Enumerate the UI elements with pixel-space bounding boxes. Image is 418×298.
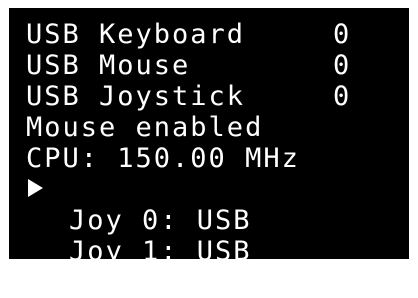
menu-item-value: 0 <box>333 50 352 81</box>
menu-item-mouse-enabled[interactable]: Mouse enabled <box>26 112 386 143</box>
menu-item-cpu-speed[interactable]: CPU: 150.00 MHz <box>26 143 386 174</box>
menu-item-usb-mouse[interactable]: USB Mouse 0 <box>26 50 386 81</box>
menu-item-usb-keyboard[interactable]: USB Keyboard 0 <box>26 19 386 50</box>
osd-menu-screen: USB Keyboard 0 USB Mouse 0 USB Joystick … <box>9 8 409 266</box>
menu-item-joy-1[interactable]: Joy 1: USB <box>26 206 386 266</box>
menu-item-value: 0 <box>333 19 352 50</box>
menu-item-joy-0[interactable]: Joy 0: USB <box>26 175 386 235</box>
menu-item-label: USB Mouse <box>26 50 191 81</box>
menu-item-usb-joystick[interactable]: USB Joystick 0 <box>26 81 386 112</box>
menu-item-value: 0 <box>333 81 352 112</box>
menu-item-label: USB Joystick <box>26 81 246 112</box>
menu-item-label: USB Keyboard <box>26 19 246 50</box>
menu-item-label: CPU: 150.00 MHz <box>26 143 300 174</box>
menu-item-label: Joy 1: USB <box>69 235 252 267</box>
menu-item-label: Mouse enabled <box>26 112 264 143</box>
